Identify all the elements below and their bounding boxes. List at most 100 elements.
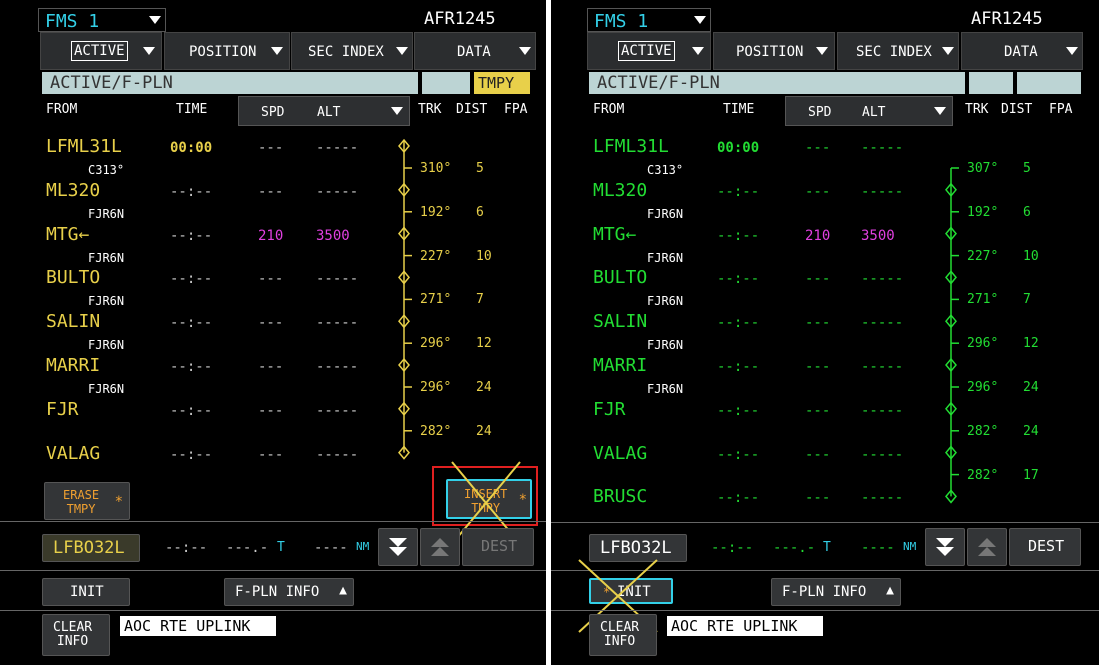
waypoint-name[interactable]: MTG← (593, 225, 636, 244)
fpln-info-label: F-PLN INFO (782, 584, 867, 600)
leg-track: 271° (420, 292, 452, 308)
waypoint-time: --:-- (717, 271, 760, 288)
waypoint-speed: --- (258, 359, 284, 375)
waypoint-altitude: ----- (316, 402, 359, 419)
leg-track: 310° (420, 161, 452, 176)
divider (551, 610, 1099, 611)
divider (0, 521, 546, 522)
waypoint-name[interactable]: FJR (593, 400, 626, 419)
waypoint-speed: --- (805, 402, 831, 419)
leg-distance: 7 (476, 292, 484, 308)
leg-track: 282° (967, 423, 999, 439)
airway-label: FJR6N (647, 250, 684, 265)
dest-dist: ---- (314, 540, 348, 556)
waypoint-name[interactable]: MARRI (593, 357, 647, 375)
leg-track: 296° (420, 380, 452, 395)
waypoint-speed: 210 (258, 227, 284, 244)
waypoint-name[interactable]: MTG← (46, 225, 89, 244)
fpln-info-label: F-PLN INFO (235, 584, 320, 600)
divider (551, 522, 1099, 523)
leg-distance: 6 (1023, 204, 1031, 220)
clear-info-label: CLEAR INFO (53, 620, 93, 649)
waypoint-name[interactable]: LFML31L (593, 138, 669, 156)
waypoint-name[interactable]: ML320 (46, 181, 100, 200)
leg-distance: 5 (1023, 161, 1031, 176)
dest-name: LFBO32L (600, 538, 672, 558)
dest-waypoint-button[interactable]: LFBO32L (42, 534, 140, 562)
waypoint-name[interactable]: VALAG (46, 444, 100, 463)
leg-distance: 24 (1023, 380, 1039, 395)
waypoint-altitude: ----- (861, 490, 904, 507)
waypoint-name[interactable]: ML320 (593, 181, 647, 200)
route-line-icon (945, 167, 959, 504)
leg-track: 227° (420, 248, 452, 264)
airway-label: FJR6N (647, 294, 684, 309)
chevron-shape (936, 547, 954, 556)
scroll-down-button[interactable] (378, 528, 418, 566)
leg-distance: 17 (1023, 467, 1039, 483)
waypoint-altitude: ----- (861, 183, 904, 200)
waypoint-time: --:-- (170, 227, 213, 244)
erase-tmpy-button[interactable]: ERASE TMPY * (44, 482, 130, 520)
dest-button[interactable]: DEST (1009, 528, 1081, 566)
message-text: AOC RTE UPLINK (124, 617, 251, 635)
leg-track: 296° (967, 336, 999, 352)
fpln-info-button[interactable]: F-PLN INFO ▲ (771, 578, 901, 606)
waypoint-name[interactable]: SALIN (46, 313, 100, 331)
waypoint-speed: --- (258, 446, 284, 463)
airway-label: C313° (647, 163, 684, 177)
dest-time: --:-- (165, 540, 208, 556)
chevron-shape (978, 538, 996, 547)
message-box: AOC RTE UPLINK (667, 616, 823, 636)
dest-time: --:-- (711, 540, 754, 556)
waypoint-name[interactable]: FJR (46, 400, 79, 419)
scroll-down-button[interactable] (925, 528, 965, 566)
waypoint-speed: --- (258, 183, 284, 200)
waypoint-time: --:-- (717, 183, 760, 200)
waypoint-time: --:-- (170, 315, 213, 332)
waypoint-time: --:-- (717, 315, 760, 332)
waypoint-speed: --- (805, 183, 831, 200)
dest-button[interactable]: DEST (462, 528, 534, 566)
scroll-up-button[interactable] (967, 528, 1007, 566)
leg-distance: 24 (1023, 423, 1039, 439)
waypoint-name[interactable]: SALIN (593, 313, 647, 331)
waypoint-speed: --- (805, 271, 831, 288)
waypoint-name[interactable]: BULTO (46, 269, 100, 287)
dest-spd: ---.- (226, 540, 269, 556)
waypoint-time: --:-- (717, 446, 760, 463)
leg-distance: 6 (476, 204, 484, 220)
waypoint-time: --:-- (717, 490, 760, 507)
dest-button-label: DEST (1028, 537, 1065, 555)
airway-label: FJR6N (647, 382, 684, 396)
leg-distance: 24 (476, 423, 492, 439)
leg-track: 192° (420, 204, 452, 220)
leg-track: 296° (420, 336, 452, 352)
waypoint-name[interactable]: VALAG (593, 444, 647, 463)
fms-panel-temporary: FMS 1 AFR1245 ACTIVE POSITION SEC INDEX … (0, 0, 546, 665)
waypoint-time: --:-- (170, 359, 213, 375)
waypoint-name[interactable]: BRUSC (593, 488, 647, 506)
waypoint-name[interactable]: LFML31L (46, 138, 122, 156)
dest-dist-unit: NM (356, 540, 370, 553)
waypoint-speed: --- (805, 140, 831, 156)
init-button[interactable]: INIT (42, 578, 130, 606)
scroll-up-button[interactable] (420, 528, 460, 566)
clear-info-button[interactable]: CLEAR INFO (42, 614, 110, 656)
clear-info-button[interactable]: CLEAR INFO (589, 614, 657, 656)
dest-spd: ---.- (773, 540, 816, 556)
chevron-shape (389, 547, 407, 556)
leg-distance: 10 (1023, 248, 1039, 264)
waypoint-name[interactable]: BULTO (593, 269, 647, 287)
waypoint-altitude: 3500 (316, 227, 350, 244)
dest-dist-unit: NM (903, 540, 917, 553)
airway-label: FJR6N (88, 382, 125, 396)
waypoint-name[interactable]: MARRI (46, 357, 100, 375)
waypoint-speed: --- (258, 315, 284, 332)
waypoint-speed: 210 (805, 227, 831, 244)
leg-distance: 7 (1023, 292, 1031, 308)
waypoint-speed: --- (258, 140, 284, 156)
leg-track: 192° (967, 204, 999, 220)
fpln-info-button[interactable]: F-PLN INFO ▲ (224, 578, 354, 606)
waypoint-time: --:-- (717, 402, 760, 419)
